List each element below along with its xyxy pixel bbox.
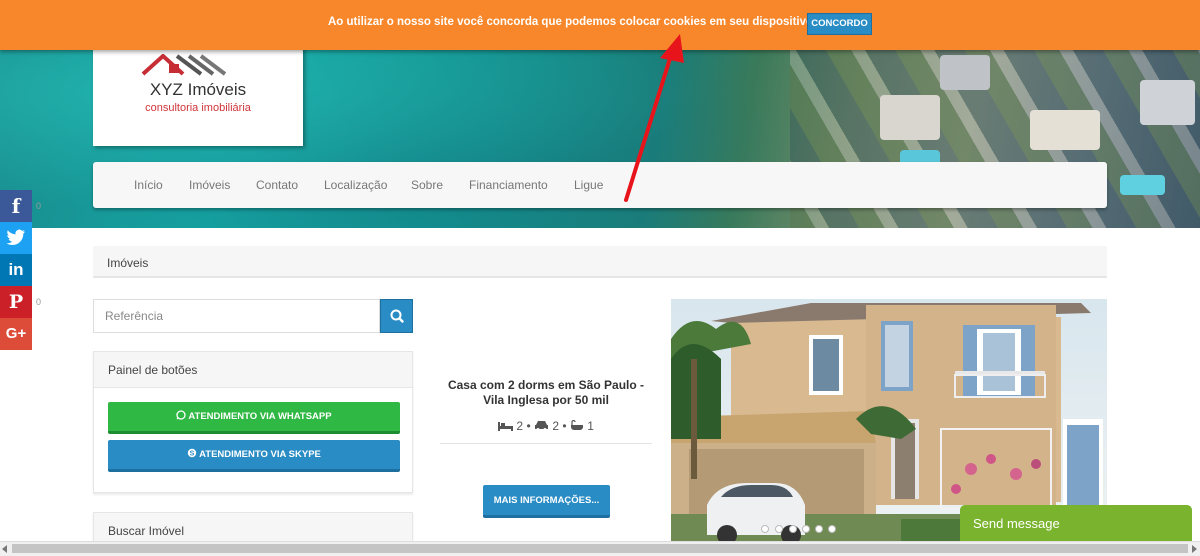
carousel-dot[interactable] xyxy=(789,525,797,533)
cookie-accept-button[interactable]: CONCORDO xyxy=(807,13,872,35)
nav-item-imoveis[interactable]: Imóveis xyxy=(189,178,230,192)
twitter-icon xyxy=(6,229,25,245)
garages-count: 2 xyxy=(552,419,560,433)
listing-features: 2 • 2 • 1 xyxy=(440,419,652,433)
skype-contact-button[interactable]: S ATENDIMENTO VIA SKYPE xyxy=(108,440,400,472)
buttons-panel-title: Painel de botões xyxy=(94,352,412,388)
whatsapp-contact-button[interactable]: ATENDIMENTO VIA WHATSAPP xyxy=(108,402,400,434)
google-plus-icon: G+ xyxy=(5,325,27,342)
more-info-button[interactable]: MAIS INFORMAÇÕES... xyxy=(483,485,610,518)
bathrooms-count: 1 xyxy=(587,419,594,433)
breadcrumb: Imóveis xyxy=(93,246,1107,278)
carousel-dot[interactable] xyxy=(761,525,769,533)
hero-house xyxy=(1030,110,1100,150)
nav-item-financiamento[interactable]: Financiamento xyxy=(469,178,548,192)
facebook-icon: f xyxy=(11,194,21,218)
pinterest-share-button[interactable]: P xyxy=(0,286,32,318)
nav-item-localizacao[interactable]: Localização xyxy=(324,178,387,192)
house-roof-icon xyxy=(141,54,227,76)
hero-house xyxy=(880,95,940,140)
whatsapp-button-label: ATENDIMENTO VIA WHATSAPP xyxy=(188,411,332,422)
scroll-left-arrow-icon[interactable] xyxy=(2,545,7,553)
site-logo[interactable]: XYZ Imóveis consultoria imobiliária xyxy=(93,36,303,146)
skype-icon: S xyxy=(187,448,197,458)
bathtub-icon xyxy=(570,419,583,430)
search-button[interactable] xyxy=(380,299,413,333)
carousel-dot[interactable] xyxy=(828,525,836,533)
skype-button-label: ATENDIMENTO VIA SKYPE xyxy=(199,449,321,460)
send-message-chat-button[interactable]: Send message xyxy=(960,505,1192,542)
listing-divider xyxy=(440,443,652,444)
logo-title: XYZ Imóveis xyxy=(149,80,247,99)
buttons-panel: Painel de botões ATENDIMENTO VIA WHATSAP… xyxy=(93,351,413,493)
pinterest-icon: P xyxy=(8,291,24,313)
whatsapp-icon xyxy=(176,410,187,420)
linkedin-share-button[interactable]: in xyxy=(0,254,32,286)
bed-icon xyxy=(498,422,514,431)
search-icon xyxy=(390,309,404,323)
page: XYZ Imóveis consultoria imobiliária Ao u… xyxy=(0,0,1200,556)
carousel-dot[interactable] xyxy=(815,525,823,533)
twitter-share-button[interactable] xyxy=(0,222,32,254)
svg-text:S: S xyxy=(190,451,195,458)
car-icon xyxy=(534,421,548,431)
hero-house xyxy=(940,55,990,90)
feature-separator: • xyxy=(526,419,531,433)
bedrooms-count: 2 xyxy=(516,419,524,433)
hero-house xyxy=(1140,80,1195,125)
logo-subtitle: consultoria imobiliária xyxy=(145,102,251,114)
feature-separator: • xyxy=(562,419,567,433)
google-plus-share-button[interactable]: G+ xyxy=(0,318,32,350)
carousel-dot[interactable] xyxy=(802,525,810,533)
reference-search-input[interactable] xyxy=(93,299,380,333)
breadcrumb-current[interactable]: Imóveis xyxy=(107,256,148,270)
nav-item-contato[interactable]: Contato xyxy=(256,178,298,192)
nav-item-inicio[interactable]: Início xyxy=(134,178,163,192)
facebook-share-button[interactable]: f xyxy=(0,190,32,222)
nav-item-sobre[interactable]: Sobre xyxy=(411,178,443,192)
carousel-dot[interactable] xyxy=(775,525,783,533)
linkedin-icon: in xyxy=(8,260,24,279)
annotation-arrow xyxy=(624,34,684,202)
listing-title[interactable]: Casa com 2 dorms em São Paulo - Vila Ing… xyxy=(440,378,652,408)
nav-item-ligue[interactable]: Ligue xyxy=(574,178,603,192)
facebook-share-count: 0 xyxy=(36,201,42,211)
pinterest-share-count: 0 xyxy=(36,297,42,307)
cookie-message: Ao utilizar o nosso site você concorda q… xyxy=(328,16,817,28)
scroll-right-arrow-icon[interactable] xyxy=(1192,545,1197,553)
horizontal-scrollbar-thumb[interactable] xyxy=(12,544,1188,553)
hero-pool xyxy=(1120,175,1165,195)
